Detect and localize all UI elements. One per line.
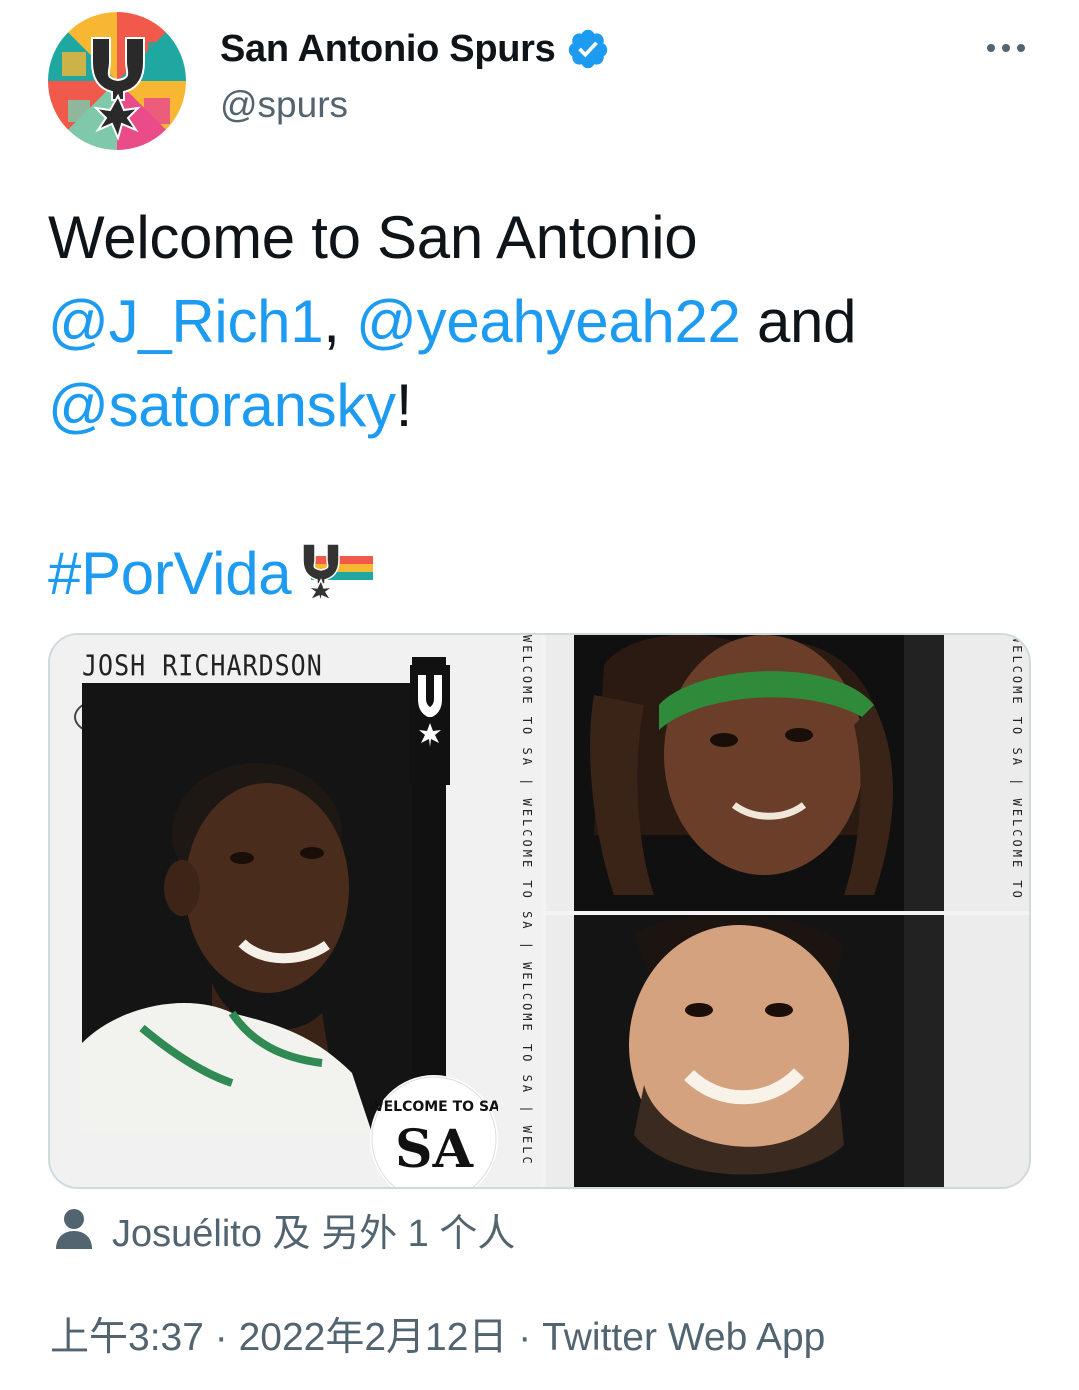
spurs-logo-icon: [62, 37, 174, 141]
welcome-strip-text-tr-right: WELCOME TO SA | WELCOME TO SA | WELCOME …: [1010, 635, 1024, 911]
exclaim-text: !: [395, 372, 413, 439]
tweet-source[interactable]: Twitter Web App: [542, 1316, 825, 1360]
person-icon: [56, 1209, 92, 1249]
player-portrait-illustration: [574, 915, 944, 1187]
badge-top-text: WELCOME TO SA: [370, 1099, 498, 1115]
welcome-strip-text-tr-left: [550, 635, 572, 911]
player-portrait-illustration: [82, 683, 412, 1133]
player-photo: [82, 683, 412, 1133]
tweet-line-1: Welcome to San Antonio: [48, 204, 698, 271]
tweet-time[interactable]: 上午3:37: [50, 1306, 204, 1362]
author-name-row[interactable]: San Antonio Spurs: [220, 24, 610, 74]
avatar[interactable]: [48, 12, 186, 150]
welcome-strip-text-left: WELCOME TO SA | WELCOME TO SA | WELCOME …: [520, 635, 534, 1167]
meta-dot: ·: [507, 1316, 543, 1359]
verified-badge-icon: [568, 29, 607, 69]
media-image-josh-richardson[interactable]: JOSH RICHARDSON G WELCOME TO SA |: [50, 635, 542, 1187]
more-horizontal-icon[interactable]: [982, 30, 1030, 66]
tweet-line-3: @satoransky!: [48, 364, 1038, 448]
media-image-player-2[interactable]: WELCOME TO SA | WELCOME TO SA | WELCOME …: [546, 635, 1029, 911]
mention-j-rich1[interactable]: @J_Rich1: [48, 288, 324, 355]
tweet-line-2: @J_Rich1, @yeahyeah22 and: [48, 280, 1038, 364]
tweet-line-hashtag: #PorVida: [48, 532, 1038, 616]
welcome-strip-text-br-left: [550, 915, 572, 1187]
media-grid[interactable]: JOSH RICHARDSON G WELCOME TO SA |: [48, 633, 1031, 1189]
author-handle[interactable]: @spurs: [220, 84, 348, 126]
media-image-player-3[interactable]: [546, 915, 1029, 1187]
spurs-mini-logo-icon: [410, 665, 450, 785]
player-name-label: JOSH RICHARDSON: [82, 648, 323, 683]
welcome-badge-graphic: WELCOME TO SA SA: [368, 1076, 500, 1187]
spurs-hashflag-icon: [302, 543, 374, 602]
hashtag-porvida[interactable]: #PorVida: [48, 540, 292, 607]
social-context[interactable]: Josuélito 及 另外 1 个人: [54, 1203, 515, 1255]
and-text: and: [740, 288, 857, 355]
welcome-to-sa-badge: WELCOME TO SA SA: [368, 1075, 500, 1187]
meta-dot: ·: [203, 1316, 239, 1359]
social-context-text[interactable]: Josuélito 及 另外 1 个人: [112, 1202, 515, 1257]
tweet-text: Welcome to San Antonio @J_Rich1, @yeahye…: [48, 196, 1038, 616]
mention-yeahyeah22[interactable]: @yeahyeah22: [356, 288, 741, 355]
player-portrait-illustration: [574, 635, 944, 911]
separator-text: ,: [323, 288, 357, 355]
mention-satoransky[interactable]: @satoransky: [48, 372, 396, 439]
display-name[interactable]: San Antonio Spurs: [220, 28, 556, 71]
tweet-meta: 上午3:37 · 2022年2月12日 · Twitter Web App: [50, 1306, 825, 1362]
tweet-date[interactable]: 2022年2月12日: [239, 1306, 508, 1362]
badge-sa-mark: SA: [395, 1119, 474, 1180]
